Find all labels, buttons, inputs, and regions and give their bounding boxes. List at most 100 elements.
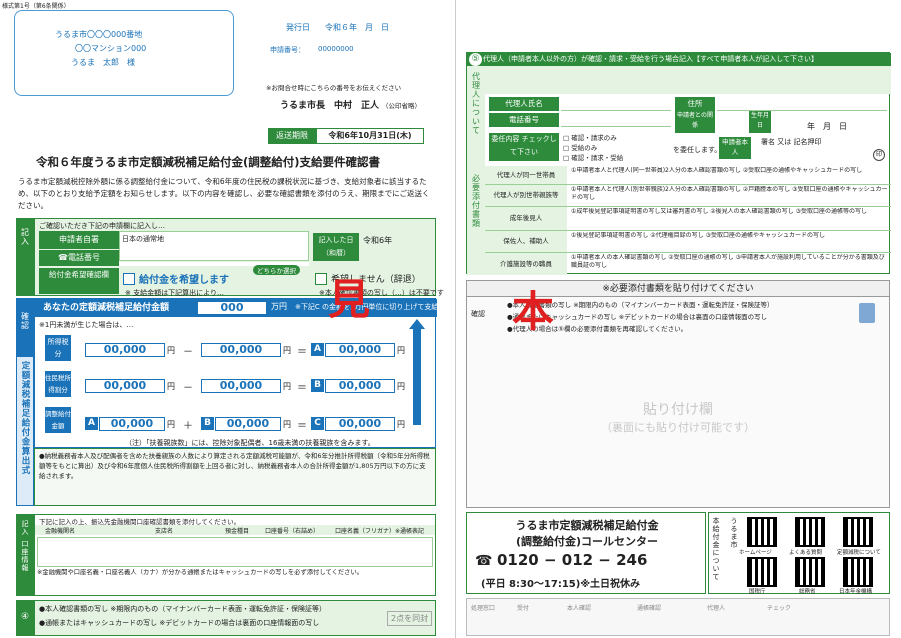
docs-what: ①申請者本人の本人確認書類の写し ②受取口座の通帳の写し ③申請者本人が施設利用…: [571, 254, 885, 269]
paste-item-1: ●本人確認書類の写し ※期限内のもの（マイナンバーカード表面・運転免許証・保険証…: [507, 301, 774, 309]
docs-side: 必要添付書類: [467, 166, 485, 275]
agent-address-field[interactable]: [717, 97, 887, 111]
docs-who: 保佐人、補助人: [485, 231, 567, 252]
sec2-unit: 万円: [271, 302, 287, 311]
qr-code-icon[interactable]: [843, 517, 873, 547]
option-3[interactable]: □ 確認・請求・受給: [563, 153, 663, 163]
want-yes-checkbox[interactable]: [123, 273, 135, 285]
principal-label: 申請者本人: [719, 137, 751, 159]
docs-vlabel: 必要添付書類: [471, 174, 481, 228]
calc-row2-c: 00,000: [325, 379, 395, 393]
calc-row1-label: 所得税分: [45, 335, 71, 361]
sec2-tab: 確認: [16, 298, 34, 356]
call-phone: 0120 − 012 − 246: [497, 551, 648, 569]
sec2-amount: 000: [197, 301, 267, 315]
sec3-vlabel: 口座情報: [21, 540, 29, 572]
yen-1c: 円: [397, 346, 405, 355]
sec2-box: あなたの定額減税補足給付金額 000 万円 ※下記C の金額を1万円単位に切り上…: [34, 298, 438, 448]
filled-date[interactable]: 令和6年: [363, 235, 392, 246]
qr-code-icon[interactable]: [795, 557, 825, 587]
page-title: 令和６年度うるま市定額減税補足給付金(調整給付)支給要件確認書: [36, 155, 381, 169]
sec2-small: ※1円未満が生じた場合は、…: [39, 321, 134, 329]
applicant-signature-field[interactable]: 日本の通常地: [119, 231, 309, 261]
sec5-number: ⑤: [469, 53, 482, 66]
mandate-options: □ 確認・請求のみ □ 受給のみ □ 確認・請求・受給: [563, 133, 663, 163]
docs-what: ①後見登記事項証明書の写し ②代理権目録の写し ③受取口座の通帳やキャッシュカー…: [571, 232, 825, 239]
mihon-stamp-right: 本: [512, 290, 555, 334]
birth-value[interactable]: 年 月 日: [807, 121, 847, 132]
agent-name-label: 代理人氏名: [489, 97, 559, 111]
mark-A2: A: [85, 417, 98, 430]
docs-table: 代理人が同一世帯員 ①申請者本人と代理人(同一世帯員)2人分の本人確認書類の写し…: [485, 166, 891, 275]
sec3-box: 下記に記入の上、振込先金融機関口座確認書類を添付してください。 金融機関名 支店…: [34, 514, 436, 596]
deadline-label: 返送期限: [268, 128, 316, 144]
sec5-vlabel: 代理人について: [471, 72, 481, 135]
office-label-6: チェック: [767, 605, 792, 612]
agent-name-field[interactable]: [561, 97, 671, 111]
qr-code-icon[interactable]: [795, 517, 825, 547]
arrow-bar: [413, 325, 421, 425]
qr-label-5: 総務省: [799, 589, 816, 595]
docs-who: 代理人が同一世帯員: [485, 166, 567, 184]
call-line1: うるま市定額減税補足給付金: [515, 519, 659, 532]
docs-who: 介護施設等の職員: [485, 253, 567, 275]
docs-row: 代理人が別世帯親族等 ①申請者本人と代理人(別世帯親族)2人分の本人確認書類の写…: [485, 185, 891, 207]
sec3-tab: 記入 口座情報: [16, 514, 34, 596]
qr-code-icon[interactable]: [843, 557, 873, 587]
calc-row1-a: 00,000: [85, 343, 165, 357]
option-3-label: 確認・請求・受給: [571, 154, 624, 162]
sec1-note: ご確認いただき下記の申請欄に記入し…: [39, 222, 165, 230]
card-icon: [859, 303, 875, 323]
qr-city: うるま市: [730, 517, 738, 549]
sec1-box: ご確認いただき下記の申請欄に記入し… 申請者自署 日本の通常地 ☎電話番号 記入…: [34, 218, 444, 297]
minus-2: －: [183, 383, 193, 394]
paste-item-2: ●通帳またはキャッシュカードの写し ※デビットカードの場合は裏面の口座情報面の写…: [507, 313, 768, 321]
office-label-2: 受付: [517, 605, 530, 612]
sign-label: 署名 又は 記名押印: [761, 138, 822, 146]
call-hours: (平日 8:30〜17:15)※土日祝休み: [481, 579, 641, 590]
relation-label: 申請者との関係: [675, 111, 715, 133]
sec5-header: 代理人（申請者本人以外の方）が確認・請求・受給を行う場合記入【すべて申請者本人が…: [467, 53, 891, 66]
sec4-box: ●本人確認書類の写し ※期限内のもの（マイナンバーカード表面・運転免許証・保険証…: [34, 600, 436, 636]
bank-account-input[interactable]: [37, 537, 433, 567]
option-2[interactable]: □ 受給のみ: [563, 143, 663, 153]
mayor-name: うるま市長 中村 正人: [280, 101, 380, 111]
qr-label-1: ホームページ: [739, 550, 772, 556]
phone-label: ☎電話番号: [39, 250, 119, 266]
calc-row1-c: 00,000: [325, 343, 395, 357]
sec4-badge: 2点を同封: [387, 611, 433, 626]
docs-what: ①成年後見登記事項証明書の写し又は審判書の写し ②後見人の本人確認書類の写し ③…: [571, 208, 867, 215]
qr-code-icon[interactable]: [747, 517, 777, 547]
option-1[interactable]: □ 確認・請求のみ: [563, 133, 663, 143]
address-name: うるま 太郎 様: [71, 58, 135, 67]
eq-1: ＝: [297, 347, 307, 358]
issue-date-label: 発行日: [286, 23, 310, 32]
plus-3: ＋: [183, 421, 193, 432]
contact-note: ※お問合せ時にこちらの番号をお伝えください: [266, 84, 402, 92]
paste-center: 貼り付け欄: [643, 402, 713, 418]
option-2-label: 受給のみ: [571, 144, 598, 152]
office-label-1: 処理窓口: [471, 605, 496, 612]
yen-3b: 円: [283, 420, 291, 429]
yen-1a: 円: [167, 346, 175, 355]
agent-phone-field[interactable]: [561, 113, 671, 127]
qr-code-icon[interactable]: [747, 557, 777, 587]
mark-B2: B: [201, 417, 214, 430]
agent-phone-label: 電話番号: [489, 113, 559, 127]
filled-date-label: 記入した日（和暦）: [313, 233, 359, 261]
yen-1b: 円: [283, 346, 291, 355]
office-label-4: 通帳確認: [637, 605, 662, 612]
issue-date: 令和６年 月 日: [325, 23, 389, 32]
qr-label-2: よくある質問: [789, 550, 823, 556]
col-holder: 口座名義（フリガナ）※通帳表記: [335, 528, 425, 535]
paste-confirm-label: 確認: [471, 310, 485, 318]
sec1-note2: ※ 支給金額は下記算出により…: [125, 289, 224, 297]
app-no: 00000000: [318, 45, 354, 53]
want-no-checkbox[interactable]: [315, 273, 327, 285]
qr-label-3: 定額減税について: [837, 550, 881, 556]
form-number: 様式第1号（第6条関係）: [2, 3, 70, 10]
yen-2b: 円: [283, 382, 291, 391]
japan-only-note: 日本の通常地: [122, 235, 164, 243]
col-bank: 金融機関名: [45, 528, 76, 535]
docs-row: 成年後見人 ①成年後見登記事項証明書の写し又は審判書の写し ②後見人の本人確認書…: [485, 207, 891, 231]
